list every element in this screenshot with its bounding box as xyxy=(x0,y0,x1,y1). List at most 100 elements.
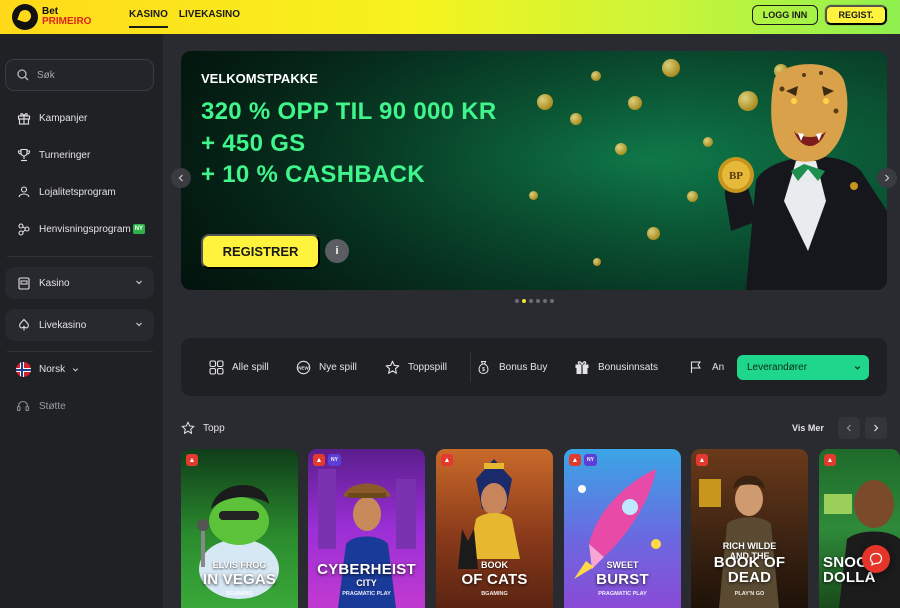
sidebar-divider xyxy=(7,351,153,352)
norway-flag-icon xyxy=(16,362,31,377)
carousel-dots xyxy=(515,299,554,303)
chat-bubble-icon xyxy=(869,552,883,566)
search-input[interactable] xyxy=(37,69,147,81)
game-provider: BGAMING xyxy=(481,591,508,597)
games-next-button[interactable] xyxy=(865,417,887,439)
section-title-topp: Topp xyxy=(181,421,225,435)
search-box[interactable] xyxy=(5,59,154,91)
filter-label: Bonusinnsats xyxy=(598,361,659,373)
grid-icon xyxy=(208,359,224,375)
sidebar-item-label: Kampanjer xyxy=(39,112,88,124)
show-more-link[interactable]: Vis Mer xyxy=(792,423,824,433)
new-badge: NY xyxy=(328,454,341,466)
filter-andre[interactable]: An xyxy=(688,359,724,375)
sidebar-item-lojalitetsprogram[interactable]: Lojalitetsprogram xyxy=(16,184,116,200)
game-card-snoop-dollars[interactable]: ▲ SNOO DOLLA xyxy=(819,449,900,608)
filter-bonus-buy[interactable]: $ Bonus Buy xyxy=(475,359,547,375)
filter-toppspill[interactable]: Toppspill xyxy=(384,359,447,375)
brand-logo[interactable]: Bet PRIMEIRO xyxy=(12,4,91,30)
sidebar-item-label: Henvisningsprogram xyxy=(39,223,131,235)
hero-banner[interactable]: VELKOMSTPAKKE 320 % OPP TIL 90 000 KR + … xyxy=(181,51,887,290)
sidebar-section-livekasino[interactable]: Livekasino xyxy=(5,309,154,341)
sidebar-section-kasino[interactable]: Kasino xyxy=(5,267,154,299)
game-card-elvis-frog[interactable]: ▲ ELVIS FROG IN VEGAS BGAMING xyxy=(181,449,298,608)
filter-label: Alle spill xyxy=(232,361,269,373)
referral-icon xyxy=(16,221,32,237)
register-button[interactable]: REGIST. xyxy=(825,5,887,25)
chevron-left-icon xyxy=(846,424,851,432)
jaguar-mascot-image: BP xyxy=(718,64,887,290)
top-nav: KASINO LIVEKASINO xyxy=(129,9,240,28)
game-title-line2: BOOK OF DEAD xyxy=(713,554,786,586)
star-icon xyxy=(181,421,195,434)
game-card-sweet-burst[interactable]: ▲ NY SWEET BURST PRAGMATIC PLAY xyxy=(564,449,681,608)
game-title-line1: ELVIS FROG xyxy=(212,560,267,570)
sidebar-item-label: Lojalitetsprogram xyxy=(39,186,116,198)
game-title-line2: OF CATS xyxy=(461,571,528,588)
language-label: Norsk xyxy=(39,364,66,375)
carousel-dot[interactable] xyxy=(529,299,533,303)
filter-nye-spill[interactable]: NEW Nye spill xyxy=(295,359,357,375)
hot-icon: ▲ xyxy=(569,454,581,466)
chevron-down-icon xyxy=(72,368,79,372)
hero-prev-button[interactable] xyxy=(171,168,191,188)
slot-machine-icon xyxy=(16,275,32,291)
game-card-cyberheist-city[interactable]: ▲ NY CYBERHEIST CITY PRAGMATIC PLAY xyxy=(308,449,425,608)
hot-icon: ▲ xyxy=(696,454,708,466)
chevron-right-icon xyxy=(885,174,890,182)
carousel-dot[interactable] xyxy=(543,299,547,303)
game-provider: PRAGMATIC PLAY xyxy=(342,591,391,597)
chat-button[interactable] xyxy=(862,545,890,573)
chevron-down-icon xyxy=(136,280,142,285)
spade-icon xyxy=(16,317,32,333)
coin-decoration xyxy=(628,96,642,110)
info-button[interactable]: i xyxy=(325,239,349,263)
filter-bonusinnsats[interactable]: Bonusinnsats xyxy=(574,359,658,375)
filter-label: Toppspill xyxy=(408,361,447,373)
carousel-dot[interactable] xyxy=(515,299,519,303)
nav-livekasino[interactable]: LIVEKASINO xyxy=(179,9,240,28)
sidebar-item-kampanjer[interactable]: Kampanjer xyxy=(16,110,87,126)
chevron-left-icon xyxy=(178,174,183,182)
game-title-line2: BURST xyxy=(596,571,649,588)
sidebar-item-henvisningsprogram[interactable]: Henvisningsprogram NY xyxy=(16,221,146,237)
sidebar-divider xyxy=(7,256,153,257)
coin-decoration xyxy=(662,59,680,77)
language-selector[interactable]: Norsk xyxy=(16,362,80,377)
coin-decoration xyxy=(615,143,627,155)
nav-kasino[interactable]: KASINO xyxy=(129,9,168,28)
hero-headline-3: + 10 % CASHBACK xyxy=(201,161,425,188)
games-prev-button[interactable] xyxy=(838,417,860,439)
chevron-down-icon xyxy=(136,322,142,327)
headset-icon xyxy=(16,400,30,412)
hot-icon: ▲ xyxy=(824,454,836,466)
money-bag-icon: $ xyxy=(475,359,491,375)
game-card-book-of-dead[interactable]: ▲ RICH WILDE AND THE BOOK OF DEAD PLAY'N… xyxy=(691,449,808,608)
hot-icon: ▲ xyxy=(186,454,198,466)
hero-headline-1: 320 % OPP TIL 90 000 KR xyxy=(201,98,497,125)
providers-label: Leverandører xyxy=(747,362,808,373)
star-icon xyxy=(384,359,400,375)
new-badge: NY xyxy=(584,454,597,466)
carousel-dot[interactable] xyxy=(522,299,526,303)
hero-register-button[interactable]: REGISTRER xyxy=(201,234,320,269)
game-title-line1: BOOK xyxy=(481,560,508,570)
new-icon: NEW xyxy=(295,359,311,375)
game-provider: BGAMING xyxy=(226,591,253,597)
game-title-line2: CYBERHEIST xyxy=(317,561,416,578)
carousel-dot[interactable] xyxy=(536,299,540,303)
sidebar-section-label: Livekasino xyxy=(39,319,87,331)
support-link[interactable]: Støtte xyxy=(16,399,66,413)
hero-next-button[interactable] xyxy=(877,168,897,188)
login-button[interactable]: LOGG INN xyxy=(752,5,818,25)
game-provider: PRAGMATIC PLAY xyxy=(598,591,647,597)
providers-dropdown[interactable]: Leverandører xyxy=(737,355,869,380)
coin-decoration xyxy=(647,227,660,240)
carousel-dot[interactable] xyxy=(550,299,554,303)
game-card-book-of-cats[interactable]: ▲ BOOK OF CATS BGAMING xyxy=(436,449,553,608)
sidebar-item-turneringer[interactable]: Turneringer xyxy=(16,147,90,163)
hot-icon: ▲ xyxy=(441,454,453,466)
game-title-line1: SWEET xyxy=(606,560,639,570)
filter-alle-spill[interactable]: Alle spill xyxy=(208,359,269,375)
coin-decoration xyxy=(529,191,538,200)
